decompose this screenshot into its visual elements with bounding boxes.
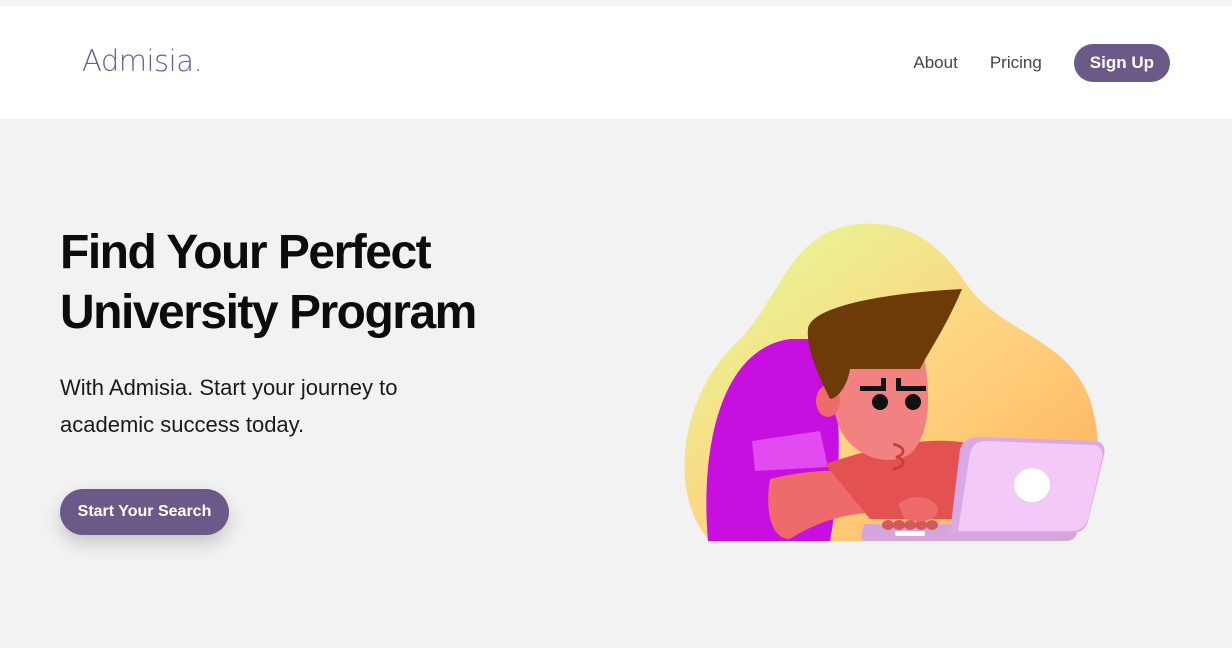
hero-section: Find Your Perfect University Program Wit…	[0, 119, 1232, 648]
site-header: Admisia. About Pricing Sign Up	[0, 6, 1232, 119]
nav-link-pricing[interactable]: Pricing	[990, 53, 1042, 73]
main-nav: About Pricing Sign Up	[913, 44, 1170, 82]
student-laptop-illustration	[684, 223, 1105, 541]
right-eye	[905, 394, 921, 410]
typing-hands	[882, 520, 938, 530]
start-search-button[interactable]: Start Your Search	[60, 489, 229, 535]
brand-logo[interactable]: Admisia.	[82, 44, 203, 78]
laptop-logo	[1014, 468, 1050, 502]
laptop-trackpad	[895, 531, 925, 536]
left-eye	[872, 394, 888, 410]
hero-subtitle: With Admisia. Start your journey to acad…	[60, 375, 398, 437]
sign-up-button[interactable]: Sign Up	[1073, 44, 1170, 82]
hero-title: Find Your Perfect University Program	[60, 226, 477, 339]
nav-link-about[interactable]: About	[913, 53, 957, 73]
